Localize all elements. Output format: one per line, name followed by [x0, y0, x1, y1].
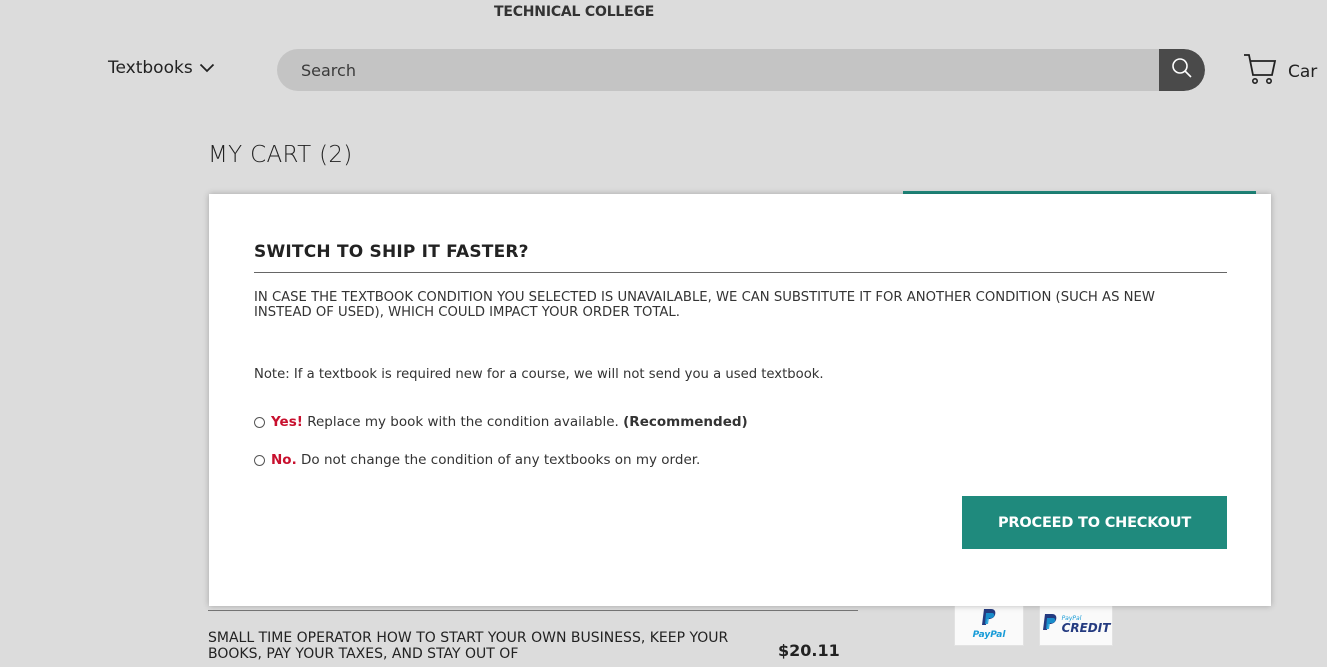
- modal-title: SWITCH TO SHIP IT FASTER?: [254, 242, 529, 262]
- search-bar: [277, 49, 1205, 91]
- chevron-down-icon: [199, 63, 215, 73]
- option-no-label: Do not change the condition of any textb…: [301, 452, 701, 468]
- option-yes-lead: Yes!: [271, 414, 303, 430]
- divider: [208, 610, 858, 611]
- option-no-radio[interactable]: No. Do not change the condition of any t…: [254, 452, 700, 468]
- paypal-credit-text: PayPal CREDIT: [1062, 615, 1111, 634]
- option-no-lead: No.: [271, 452, 297, 468]
- search-input[interactable]: [277, 49, 1157, 91]
- textbooks-menu-label: Textbooks: [108, 58, 193, 78]
- cart-link[interactable]: Car: [1242, 52, 1317, 91]
- paypal-credit-button[interactable]: PayPal CREDIT: [1039, 602, 1113, 646]
- option-yes-radio[interactable]: Yes! Replace my book with the condition …: [254, 414, 748, 430]
- proceed-to-checkout-button[interactable]: PROCEED TO CHECKOUT: [962, 496, 1227, 549]
- modal-divider: [254, 272, 1227, 273]
- paypal-credit-label: CREDIT: [1061, 620, 1111, 635]
- cart-icon: [1242, 52, 1278, 91]
- search-button[interactable]: [1159, 49, 1205, 91]
- cart-item-title[interactable]: SMALL TIME OPERATOR HOW TO START YOUR OW…: [208, 630, 748, 662]
- page-title: MY CART (2): [208, 142, 353, 168]
- modal-note: Note: If a textbook is required new for …: [254, 367, 824, 382]
- option-yes-recommended: (Recommended): [623, 414, 748, 430]
- search-icon: [1171, 57, 1193, 83]
- paypal-label: PayPal: [972, 630, 1006, 640]
- ship-faster-modal: SWITCH TO SHIP IT FASTER? IN CASE THE TE…: [209, 194, 1271, 606]
- cart-label: Car: [1288, 61, 1318, 82]
- modal-description: IN CASE THE TEXTBOOK CONDITION YOU SELEC…: [254, 290, 1155, 320]
- option-no-text: No. Do not change the condition of any t…: [271, 452, 700, 468]
- radio-circle-icon[interactable]: [254, 454, 265, 466]
- option-yes-text: Yes! Replace my book with the condition …: [271, 414, 748, 430]
- paypal-logo-icon: [981, 608, 997, 630]
- paypal-button[interactable]: PayPal: [954, 602, 1024, 646]
- cart-item-price: $20.11: [778, 641, 840, 660]
- textbooks-menu[interactable]: Textbooks: [108, 58, 215, 78]
- college-name: TECHNICAL COLLEGE: [494, 4, 655, 18]
- radio-circle-icon[interactable]: [254, 416, 265, 428]
- option-yes-label: Replace my book with the condition avail…: [307, 414, 619, 430]
- paypal-logo-icon: [1042, 613, 1058, 635]
